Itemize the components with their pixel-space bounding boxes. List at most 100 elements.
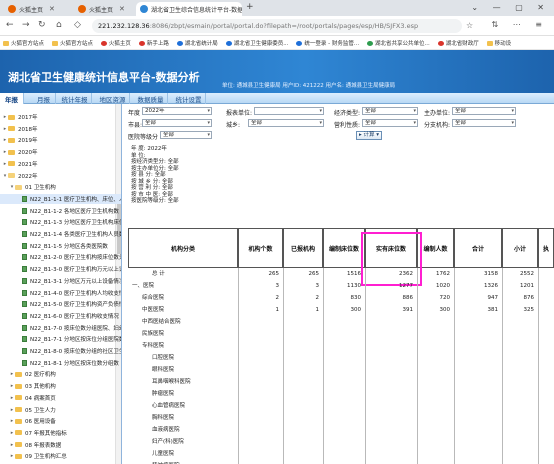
report-icon	[22, 312, 27, 319]
table-cell	[323, 329, 361, 339]
row-label: 综合医院	[142, 295, 165, 301]
report-icon	[22, 301, 27, 308]
table-row: 儿童医院	[128, 449, 554, 459]
reload-icon[interactable]: ↻	[38, 20, 46, 30]
tab-stat-annual[interactable]: 统计年报	[58, 93, 92, 104]
close-icon[interactable]: ✕	[119, 5, 125, 13]
tab-annual[interactable]: 年报	[0, 93, 24, 104]
bookmark-item[interactable]: 火狐官方站点	[49, 36, 96, 49]
tree-item[interactable]: N22_B1-8-0 按床位数分组的社区卫生...	[0, 346, 122, 356]
close-icon[interactable]: ✕	[49, 5, 55, 13]
tree-item[interactable]: N22_B1-3-1 分地区万元以上设备情况	[0, 276, 121, 286]
home-icon[interactable]: ⌂	[56, 20, 62, 30]
browser-tab-3[interactable]: 湖北省卫生综合信息统计平台-数据... ✕	[136, 2, 242, 16]
tree-item[interactable]: ▸ 2018年	[0, 124, 121, 134]
tab-stat-settings[interactable]: 统计设置	[172, 93, 206, 104]
tree-item[interactable]: N22_B1-7-0 按床位数分组医院、妇幼...	[0, 323, 121, 333]
profit-select[interactable]: 全部 ▾	[362, 119, 418, 127]
folder-icon	[8, 114, 15, 120]
tree-item[interactable]: ▸ 04 病案首页	[0, 393, 121, 403]
bookmark-item[interactable]: 新手上路	[136, 36, 172, 49]
town-select[interactable]: 全部 ▾	[248, 119, 324, 127]
bookmark-item[interactable]: 湖北省卫生健康委员...	[223, 36, 292, 49]
tree-item[interactable]: ▸ 05 卫生人力	[0, 405, 121, 415]
tree-item[interactable]: N22_B1-1-5 分地区各类医院数	[0, 241, 121, 251]
bookmark-item[interactable]: 湖北省统计局	[174, 36, 221, 49]
table-cell: 3158	[484, 271, 498, 277]
tab-monthly[interactable]: 月报	[32, 93, 56, 104]
level-select[interactable]: 全部 ▾	[160, 131, 212, 139]
econ-type-select[interactable]: 全部 ▾	[362, 107, 418, 115]
new-tab-button[interactable]: +	[246, 2, 254, 12]
tree-item[interactable]: ▸ 2019年	[0, 135, 121, 145]
tree-item[interactable]: N22_B1-4-0 医疗卫生机构人均收支情况	[0, 288, 121, 298]
tree-item[interactable]: N22_B1-1-1 医疗卫生机构、床位、人...	[0, 193, 121, 204]
tree-item[interactable]: ▸ 2020年	[0, 147, 121, 157]
table-cell	[502, 341, 534, 351]
bookmark-item[interactable]: 湖北省财政厅	[435, 36, 482, 49]
table-cell	[454, 329, 498, 339]
tree-item[interactable]: ▸ 2017年	[0, 112, 121, 122]
tree-item[interactable]: ▸ 07 年报其他指标	[0, 428, 121, 438]
tree-item[interactable]: N22_B1-5-0 医疗卫生机构资产负债情况	[0, 299, 121, 309]
tab-region-resources[interactable]: 地区资源	[96, 93, 130, 104]
url-field[interactable]: 221.232.128.36:8086/zbpt/esmain/portal/p…	[92, 19, 462, 33]
table-cell: 830	[350, 295, 362, 301]
tree-item[interactable]: N22_B1-1-4 各类医疗卫生机构人员数	[0, 229, 121, 239]
tree-item[interactable]: N22_B1-8-1 分地区按床位数分组数	[0, 358, 121, 368]
col-header-approved: 已报机构	[283, 228, 323, 268]
profit-label: 营利性质:	[334, 122, 361, 129]
report-icon	[22, 195, 27, 202]
back-icon[interactable]: ←	[6, 20, 14, 30]
tree-item[interactable]: ▸ 02 医疗机构	[0, 369, 121, 379]
table-row: 一、医院 3 3 1130 1277 1020 1326 1201	[128, 281, 554, 291]
tree-item[interactable]: N22_B1-6-0 医疗卫生机构收支情况	[0, 311, 121, 321]
tree-item[interactable]: ▸ 06 医用设备	[0, 416, 121, 426]
tree-item[interactable]: ▸ 09 卫生机构汇总	[0, 451, 121, 461]
user-info: 单位: 通城县卫生健康局 用户ID: 421222 用户名: 通城县卫生局健康局	[222, 83, 396, 89]
col-header-category: 机构分类	[128, 228, 238, 268]
chevron-down-icon: ▾	[413, 120, 416, 126]
tree-item[interactable]: N22_B1-1-3 分地区医疗卫生机构床位	[0, 217, 121, 227]
tree-item[interactable]: ▸ 2021年	[0, 159, 121, 169]
tree-item[interactable]: N22_B1-7-1 分地区按床位分组医院数	[0, 334, 121, 344]
branch-select[interactable]: 全部 ▾	[452, 119, 516, 127]
unit-select[interactable]: ▾	[254, 107, 324, 115]
tree-item[interactable]: N22_B1-1-2 各地区医疗卫生机构数	[0, 206, 121, 216]
table-cell	[454, 413, 498, 423]
tree-item[interactable]: ▸ 08 年报表数据	[0, 440, 121, 450]
tree-item[interactable]: ▾ 01 卫生机构	[0, 182, 121, 192]
bookmark-item[interactable]: 火狐官方站点	[0, 36, 47, 49]
tree-item-label: 2022年	[18, 173, 38, 180]
window-controls[interactable]: ⌄ — ▢ ✕	[471, 3, 550, 12]
table-cell: 2552	[520, 271, 534, 277]
folder-icon	[3, 40, 9, 46]
browser-tab-1[interactable]: 火狐主页 ✕	[4, 2, 72, 16]
tab-data-quality[interactable]: 数据质量	[134, 93, 168, 104]
tree-item[interactable]: N22_B1-3-0 医疗卫生机构万元以上设备	[0, 264, 121, 274]
toolbar-icons[interactable]: ⇅ ⋯ ≡	[492, 20, 549, 29]
shield-icon[interactable]: ◇	[74, 20, 81, 30]
bookmark-item[interactable]: 湖北省共享公共单位...	[364, 36, 433, 49]
agency-label: 主办单位:	[424, 110, 451, 117]
bookmark-item[interactable]: 统一登录 - 财务监管...	[293, 36, 362, 49]
city-select[interactable]: 全部 ▾	[142, 119, 212, 127]
table-cell	[417, 317, 450, 327]
calculate-button[interactable]: ▸ 计算 ▾	[356, 131, 382, 140]
tree-item[interactable]: ▾ 2022年	[0, 171, 121, 181]
year-select[interactable]: 2022年 ▾	[142, 107, 212, 115]
col-header-extra: 执	[538, 228, 554, 268]
bookmarks-bar: 火狐官方站点 火狐官方站点 火狐主页 新手上路 湖北省统计局 湖北省卫生健康委员…	[0, 36, 554, 50]
tree-item[interactable]: N22_B1-2-0 医疗卫生机构按床位数分组	[0, 252, 121, 262]
tree-item-label: N22_B1-8-0 按床位数分组的社区卫生...	[30, 349, 122, 355]
folder-icon	[8, 126, 15, 132]
bookmark-star-icon[interactable]: ☆	[466, 21, 473, 30]
bookmark-item[interactable]: 移动设	[484, 36, 515, 49]
agency-select[interactable]: 全部 ▾	[452, 107, 516, 115]
forward-icon[interactable]: →	[22, 20, 30, 30]
bookmark-item[interactable]: 火狐主页	[98, 36, 134, 49]
table-cell	[238, 329, 279, 339]
tree-item[interactable]: ▸ 03 其他机构	[0, 381, 121, 391]
browser-tab-2[interactable]: 火狐主页 ✕	[74, 2, 134, 16]
table-cell: 1	[315, 307, 320, 313]
